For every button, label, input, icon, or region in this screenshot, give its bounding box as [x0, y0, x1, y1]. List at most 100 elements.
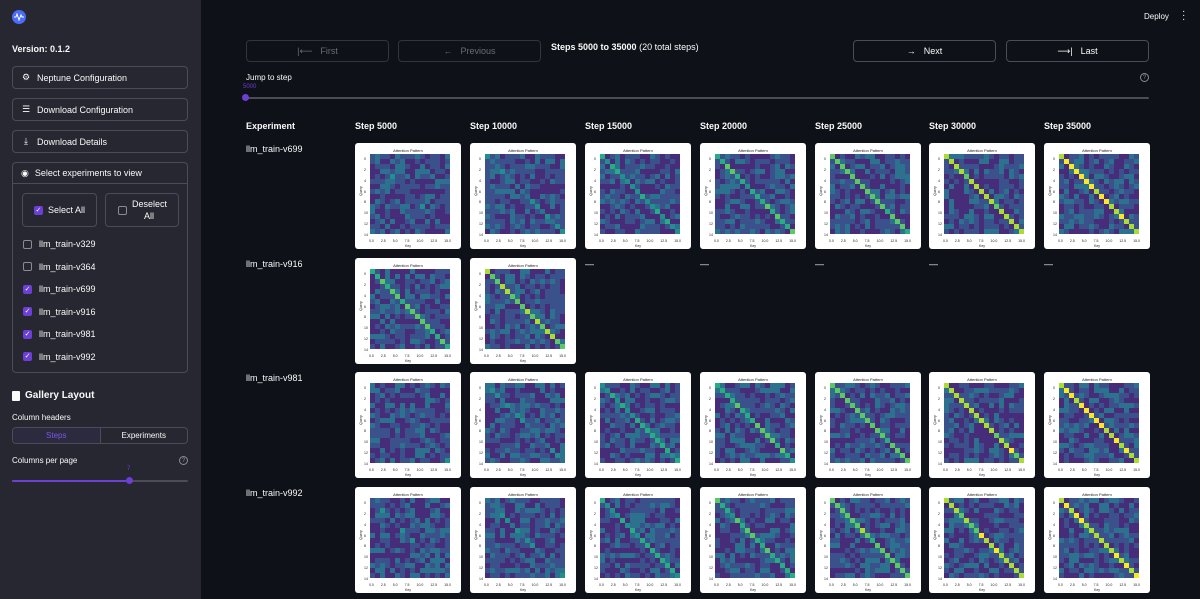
attention-plot-thumbnail[interactable]: Attention Pattern 0 2 4 6 8 10 12 14 Query 0.0 2.5 5… — [355, 143, 461, 249]
y-tick-label: 12 — [1053, 222, 1057, 227]
heatmap-cell — [525, 438, 530, 443]
heatmap-cell — [425, 538, 430, 543]
attention-plot-thumbnail[interactable]: Attention Pattern 0 2 4 6 8 10 12 14 Query 0.0 2.5 5… — [1044, 143, 1150, 249]
heatmap-cell — [495, 428, 500, 433]
attention-plot-thumbnail[interactable]: Attention Pattern 0 2 4 6 8 10 12 14 Query 0.0 2.5 5… — [585, 143, 691, 249]
deselect-all-button[interactable]: Deselect All — [105, 193, 179, 227]
attention-plot-thumbnail[interactable]: Attention Pattern 0 2 4 6 8 10 12 14 Query 0.0 2.5 5… — [355, 487, 461, 593]
attention-plot-thumbnail[interactable]: Attention Pattern 0 2 4 6 8 10 12 14 Query 0.0 2.5 5… — [700, 143, 806, 249]
experiment-checkbox[interactable] — [23, 352, 32, 361]
heatmap-cell — [1074, 199, 1079, 204]
attention-plot-thumbnail[interactable]: Attention Pattern 0 2 4 6 8 10 12 14 Query 0.0 2.5 5… — [470, 143, 576, 249]
attention-plot-thumbnail[interactable]: Attention Pattern 0 2 4 6 8 10 12 14 Query 0.0 2.5 5… — [1044, 372, 1150, 478]
experiment-checkbox[interactable] — [23, 239, 32, 249]
attention-plot-thumbnail[interactable]: Attention Pattern 0 2 4 6 8 10 12 14 Query 0.0 2.5 5… — [470, 258, 576, 364]
heatmap-cell — [989, 169, 994, 174]
experiment-checkbox-row[interactable]: llm_train-v992 — [23, 352, 96, 362]
jump-to-step-track[interactable] — [246, 97, 1149, 99]
heatmap-cell — [550, 438, 555, 443]
heatmap-cell — [855, 164, 860, 169]
heatmap-cell — [385, 194, 390, 199]
attention-plot-thumbnail[interactable]: Attention Pattern 0 2 4 6 8 10 12 14 Query 0.0 2.5 5… — [355, 372, 461, 478]
heatmap-cell — [390, 209, 395, 214]
heatmap-cell — [655, 433, 660, 438]
attention-plot-thumbnail[interactable]: Attention Pattern 0 2 4 6 8 10 12 14 Query 0.0 2.5 5… — [585, 372, 691, 478]
heatmap-cell — [615, 418, 620, 423]
download-configuration-button[interactable]: ☰ Download Configuration — [12, 98, 188, 121]
heatmap-cell — [1079, 224, 1084, 229]
heatmap-cell — [495, 334, 500, 339]
attention-plot-thumbnail[interactable]: Attention Pattern 0 2 4 6 8 10 12 14 Query 0.0 2.5 5… — [815, 372, 921, 478]
previous-button[interactable]: ← Previous — [398, 40, 541, 62]
experiment-checkbox-row[interactable]: llm_train-v981 — [23, 329, 96, 339]
heatmap-cell — [560, 388, 565, 393]
heatmap-cell — [1114, 169, 1119, 174]
experiment-checkbox[interactable] — [23, 307, 32, 316]
heatmap-cell — [400, 194, 405, 199]
heatmap-cell — [870, 403, 875, 408]
heatmap-cell — [890, 219, 895, 224]
heatmap-cell — [540, 314, 545, 319]
experiment-checkbox[interactable] — [23, 262, 32, 271]
next-button[interactable]: → Next — [853, 40, 996, 62]
heatmap-cell — [530, 269, 535, 274]
experiment-checkbox-row[interactable]: llm_train-v916 — [23, 307, 96, 317]
experiment-checkbox-row[interactable]: llm_train-v329 — [23, 239, 96, 249]
columns-per-page-value: 7 — [127, 466, 131, 472]
download-details-button[interactable]: ⤓ Download Details — [12, 130, 188, 153]
plot-title: Attention Pattern — [853, 377, 883, 382]
attention-plot-thumbnail[interactable]: Attention Pattern 0 2 4 6 8 10 12 14 Query 0.0 2.5 5… — [470, 372, 576, 478]
columns-per-page-thumb[interactable] — [126, 477, 133, 484]
experiment-checkbox-row[interactable]: llm_train-v364 — [23, 262, 96, 272]
attention-plot-thumbnail[interactable]: Attention Pattern 0 2 4 6 8 10 12 14 Query 0.0 2.5 5… — [815, 143, 921, 249]
plot-x-label: Key — [519, 244, 527, 248]
heatmap-cell — [715, 408, 720, 413]
last-button[interactable]: ⟶| Last — [1006, 40, 1149, 62]
attention-plot-thumbnail[interactable]: Attention Pattern 0 2 4 6 8 10 12 14 Query 0.0 2.5 5… — [929, 143, 1035, 249]
heatmap-cell — [415, 563, 420, 568]
heatmap-cell — [890, 154, 895, 159]
jump-to-step-thumb[interactable] — [242, 94, 249, 101]
heatmap-cell — [540, 498, 545, 503]
heatmap-cell — [640, 174, 645, 179]
heatmap-cell — [640, 179, 645, 184]
select-all-button[interactable]: Select All — [22, 193, 97, 227]
help-icon[interactable]: ? — [1140, 73, 1149, 82]
experiment-checkbox[interactable] — [23, 284, 32, 294]
heatmap-cell — [535, 443, 540, 448]
heatmap-cell — [979, 164, 984, 169]
y-tick-label: 10 — [824, 440, 828, 445]
first-button[interactable]: |⟵ First — [246, 40, 389, 62]
heatmap-cell — [1059, 443, 1064, 448]
heatmap-cell — [1099, 393, 1104, 398]
attention-plot-thumbnail[interactable]: Attention Pattern 0 2 4 6 8 10 12 14 Query 0.0 2.5 5… — [929, 372, 1035, 478]
experiments-expander-header[interactable]: ◉ Select experiments to view — [13, 163, 187, 184]
heatmap-cell — [490, 204, 495, 209]
heatmap-cell — [630, 383, 635, 388]
column-headers-option-experiments[interactable]: Experiments — [101, 428, 188, 443]
heatmap-cell — [645, 199, 650, 204]
heatmap-cell — [395, 224, 400, 229]
attention-plot-thumbnail[interactable]: Attention Pattern 0 2 4 6 8 10 12 14 Query 0.0 2.5 5… — [470, 487, 576, 593]
kebab-menu-icon[interactable]: · · · — [1182, 7, 1185, 25]
experiment-checkbox-row[interactable]: llm_train-v699 — [23, 284, 96, 294]
neptune-configuration-button[interactable]: ⚙ Neptune Configuration — [12, 66, 188, 89]
heatmap-cell — [625, 383, 630, 388]
deploy-button[interactable]: Deploy — [1144, 12, 1169, 21]
heatmap-cell — [1014, 403, 1019, 408]
experiment-checkbox[interactable] — [23, 329, 32, 339]
help-icon[interactable]: ? — [179, 456, 188, 465]
heatmap-cell — [1059, 224, 1064, 229]
attention-plot-thumbnail[interactable]: Attention Pattern 0 2 4 6 8 10 12 14 Query 0.0 2.5 5… — [355, 258, 461, 364]
attention-plot-thumbnail[interactable]: Attention Pattern 0 2 4 6 8 10 12 14 Query 0.0 2.5 5… — [700, 372, 806, 478]
heatmap-cell — [740, 189, 745, 194]
heatmap-cell — [655, 179, 660, 184]
heatmap-cell — [780, 219, 785, 224]
column-headers-option-steps[interactable]: Steps — [13, 428, 101, 443]
heatmap-cell — [1079, 413, 1084, 418]
heatmap-cell — [780, 413, 785, 418]
heatmap-cell — [440, 169, 445, 174]
heatmap-cell — [425, 498, 430, 503]
heatmap-cell — [605, 383, 610, 388]
heatmap-cell — [984, 443, 989, 448]
